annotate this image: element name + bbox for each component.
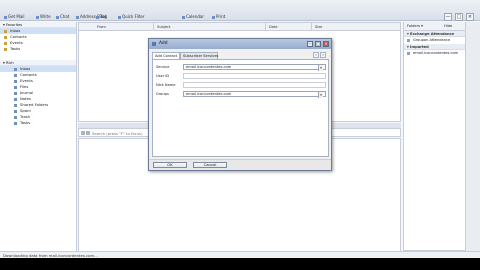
service-select[interactable]: email.iconcordentes.com ▾: [183, 64, 326, 71]
service-row: Service email.iconcordentes.com ▾: [156, 64, 328, 71]
folder-pane: ▾ Favorites Inbox Contacts Events Tasks …: [0, 22, 77, 258]
close-window-button[interactable]: ×: [466, 13, 474, 21]
dialog-footer: OK Cancel: [149, 159, 331, 170]
pencil-icon: [36, 15, 39, 19]
folder-icon: [14, 67, 17, 71]
tag-icon: [96, 15, 99, 19]
vertical-scrollbar[interactable]: [465, 22, 480, 258]
dialog-close-button[interactable]: ×: [323, 41, 329, 47]
sidebar-item[interactable]: email.iconcordentes.com: [404, 50, 465, 57]
sidebar-item[interactable]: Groupon Attendance: [404, 37, 465, 44]
folder-icon: [14, 103, 17, 107]
folders-dropdown[interactable]: Folders ▾: [407, 24, 423, 28]
quick-filter-button[interactable]: Quick Filter: [118, 14, 145, 20]
calendar-button[interactable]: Calendar: [182, 14, 204, 20]
add-contact-panel: Service email.iconcordentes.com ▾ User ID…: [152, 59, 329, 157]
address-book-icon: [76, 15, 79, 19]
tab-scroll-left-button[interactable]: ‹: [313, 52, 319, 58]
print-button[interactable]: Print: [212, 14, 225, 20]
folder-icon: [14, 97, 17, 101]
chevron-down-icon[interactable]: ▾: [318, 65, 323, 71]
chat-icon: [56, 15, 59, 19]
app-icon: [152, 42, 156, 46]
user-icon: [407, 39, 410, 42]
minimize-button[interactable]: —: [444, 13, 452, 21]
get-mail-button[interactable]: Get Mail: [4, 14, 25, 20]
filter-icon[interactable]: [86, 131, 90, 135]
column-size[interactable]: Size: [315, 25, 322, 29]
printer-icon: [212, 15, 215, 19]
maximize-button[interactable]: □: [455, 13, 463, 21]
tab-scroll-right-button[interactable]: ›: [320, 52, 326, 58]
userid-label: User ID: [156, 74, 170, 78]
trash-icon: [14, 115, 17, 119]
userid-input[interactable]: [183, 73, 326, 79]
folder-icon: [14, 109, 17, 113]
folder-icon: [14, 79, 17, 83]
search-icon[interactable]: [81, 131, 85, 135]
column-subject[interactable]: Subject: [157, 25, 170, 29]
chat-button[interactable]: Chat: [56, 14, 69, 20]
cancel-button[interactable]: Cancel: [193, 162, 227, 168]
mail-icon: [4, 15, 7, 19]
folder-item-tasks[interactable]: Tasks: [0, 120, 76, 126]
folder-icon: [14, 73, 17, 77]
folder-icon: [14, 91, 17, 95]
ok-button[interactable]: OK: [153, 162, 187, 168]
groups-label: Groups: [156, 92, 169, 96]
fav-item-tasks[interactable]: Tasks: [0, 46, 76, 52]
chevron-down-icon[interactable]: ▾: [318, 92, 323, 98]
hide-button[interactable]: Hide: [444, 24, 452, 28]
inbox-icon: [4, 29, 7, 33]
message-list-header: From Subject Date Size: [79, 23, 400, 31]
service-label: Service: [156, 65, 170, 69]
groups-row: Groups email.iconcordentes.com ▾: [156, 91, 328, 98]
sidebar-toolbar: Folders ▾ Hide: [404, 22, 465, 31]
tasks-icon: [4, 47, 7, 51]
filter-icon: [118, 15, 121, 19]
groups-select[interactable]: email.iconcordentes.com ▾: [183, 91, 326, 98]
right-sidebar: Folders ▾ Hide ▾ Exchange Attendance Gro…: [403, 22, 466, 258]
nickname-row: Nick Name: [156, 82, 328, 89]
calendar-icon: [182, 15, 185, 19]
column-from[interactable]: From: [97, 25, 106, 29]
tag-button[interactable]: Tag: [96, 14, 107, 20]
folder-icon: [14, 121, 17, 125]
column-date[interactable]: Date: [269, 25, 278, 29]
dialog-title-bar[interactable]: Add – □ ×: [149, 39, 331, 49]
dialog-title: Add: [159, 41, 168, 46]
userid-row: User ID: [156, 73, 328, 80]
contacts-icon: [4, 35, 7, 39]
add-dialog: Add – □ × Add Contact Subscriber Service…: [148, 38, 332, 171]
user-icon: [407, 52, 410, 55]
dialog-minimize-button[interactable]: –: [307, 41, 313, 47]
folder-icon: [14, 85, 17, 89]
mail-client-window: Get Mail Write Chat Address Book Tag Qui…: [0, 0, 480, 258]
nickname-input[interactable]: [183, 82, 326, 88]
main-toolbar: Get Mail Write Chat Address Book Tag Qui…: [0, 0, 480, 21]
events-icon: [4, 41, 7, 45]
status-bar: Downloading data from mail.iconcordentes…: [0, 251, 480, 258]
write-button[interactable]: Write: [36, 14, 51, 20]
nickname-label: Nick Name: [156, 83, 176, 87]
dialog-maximize-button[interactable]: □: [315, 41, 321, 47]
